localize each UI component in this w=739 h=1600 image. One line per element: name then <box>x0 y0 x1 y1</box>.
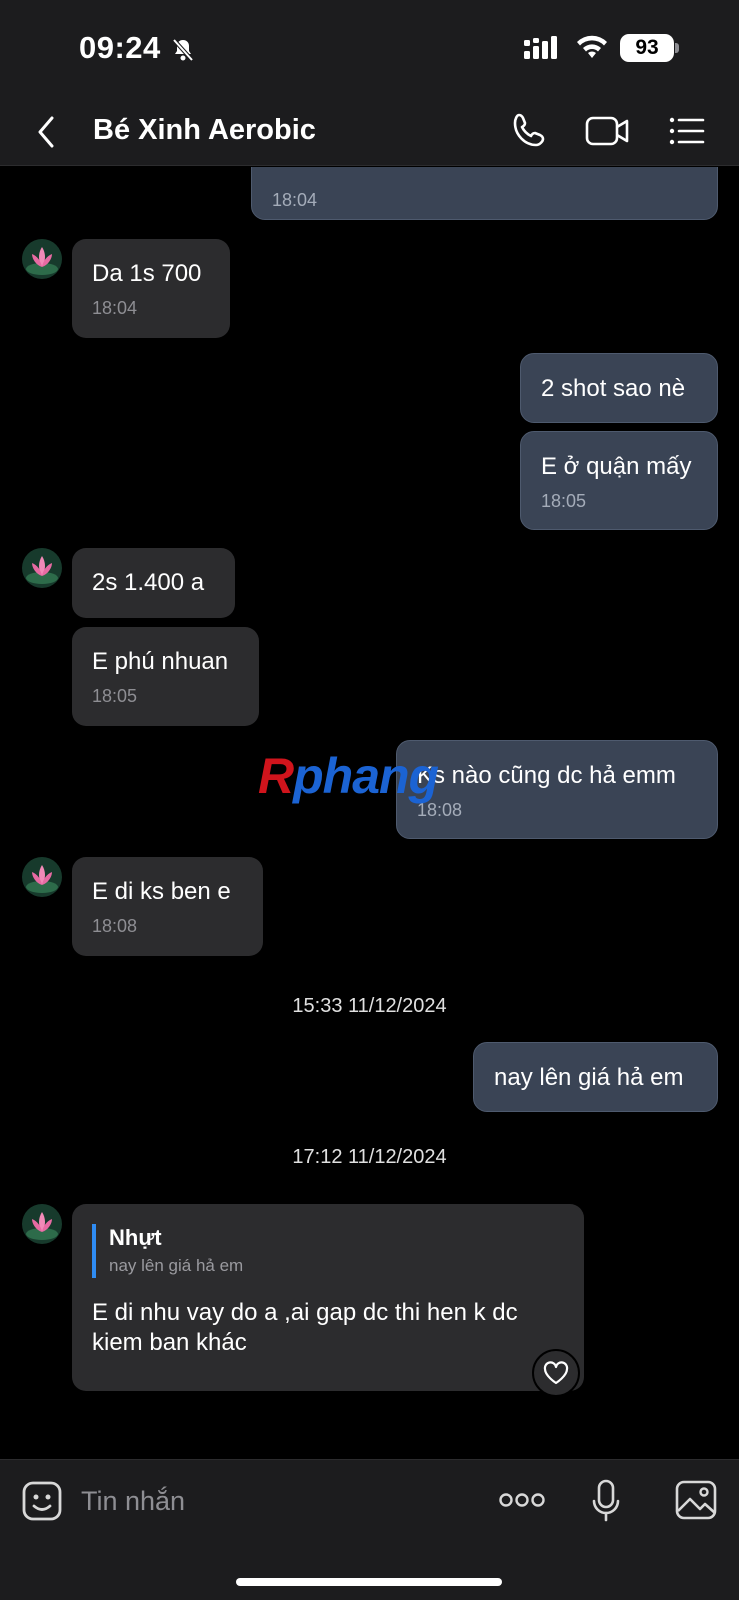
react-heart-button[interactable] <box>532 1349 580 1397</box>
message-text: Da 1s 700 <box>92 260 202 287</box>
battery-level: 93 <box>620 34 674 62</box>
menu-list-icon[interactable] <box>668 112 706 155</box>
message-bubble-outgoing[interactable]: nay lên giá hả em <box>473 1042 718 1112</box>
message-time: 18:08 <box>417 800 463 820</box>
contact-avatar[interactable] <box>22 239 62 279</box>
message-bubble-incoming[interactable]: E di ks ben e 18:08 <box>72 857 263 956</box>
microphone-icon[interactable] <box>591 1479 621 1528</box>
message-bubble-outgoing[interactable]: Ks nào cũng dc hả emm 18:08 <box>396 740 718 839</box>
wifi-icon <box>575 34 609 65</box>
back-chevron-icon[interactable] <box>34 114 58 155</box>
message-text: Ks nào cũng dc hả emm <box>417 762 676 789</box>
message-time: 18:08 <box>92 916 138 936</box>
message-text: 2s 1.400 a <box>92 569 205 596</box>
battery-icon <box>675 43 679 53</box>
date-separator: 17:12 11/12/2024 <box>292 1146 447 1168</box>
cellular-signal-icon <box>524 36 564 65</box>
status-time: 09:24 <box>79 30 161 65</box>
image-gallery-icon[interactable] <box>675 1480 717 1525</box>
conversation-title[interactable]: Bé Xinh Aerobic <box>93 114 316 147</box>
message-time: 18:04 <box>272 190 318 210</box>
status-bar: 09:24 93 <box>0 0 739 96</box>
message-bubble-outgoing[interactable]: 2 shot sao nè <box>520 353 718 423</box>
message-text: E ở quận mấy <box>541 453 692 480</box>
lotus-flower-icon <box>26 556 58 584</box>
home-indicator[interactable] <box>236 1578 502 1586</box>
lotus-flower-icon <box>26 1212 58 1240</box>
contact-avatar[interactable] <box>22 548 62 588</box>
quoted-author: Nhựt <box>109 1225 162 1250</box>
message-bubble-outgoing[interactable]: 18:04 <box>251 167 718 220</box>
contact-avatar[interactable] <box>22 857 62 897</box>
message-bubble-incoming[interactable]: Da 1s 700 18:04 <box>72 239 230 338</box>
quoted-text: nay lên giá hả em <box>109 1256 244 1275</box>
message-bubble-incoming[interactable]: E phú nhuan 18:05 <box>72 627 259 726</box>
message-text: E phú nhuan <box>92 648 229 675</box>
video-call-icon[interactable] <box>585 112 631 155</box>
message-text: E di nhu vay do a ,ai gap dc thi hen k d… <box>92 1299 518 1356</box>
quoted-message[interactable]: Nhựt nay lên giá hả em <box>92 1224 564 1278</box>
message-list[interactable]: 18:04 Da 1s 700 18:04 2 shot sao nè E ở … <box>0 167 739 1459</box>
bell-muted-icon <box>172 38 194 67</box>
message-bubble-incoming-reply[interactable]: Nhựt nay lên giá hả em E di nhu vay do a… <box>72 1204 584 1391</box>
message-text: 2 shot sao nè <box>541 375 686 402</box>
phone-call-icon[interactable] <box>510 112 548 155</box>
message-bubble-incoming[interactable]: 2s 1.400 a <box>72 548 235 618</box>
lotus-flower-icon <box>26 865 58 893</box>
message-bubble-outgoing[interactable]: E ở quận mấy 18:05 <box>520 431 718 530</box>
message-input-bar: Tin nhắn <box>0 1459 739 1600</box>
date-separator: 15:33 11/12/2024 <box>292 995 447 1017</box>
heart-icon <box>543 1361 569 1385</box>
lotus-flower-icon <box>26 247 58 275</box>
chat-header: Bé Xinh Aerobic <box>0 96 739 166</box>
contact-avatar[interactable] <box>22 1204 62 1244</box>
message-time: 18:05 <box>541 491 587 511</box>
message-text: nay lên giá hả em <box>494 1064 684 1091</box>
message-text: E di ks ben e <box>92 878 231 905</box>
message-time: 18:05 <box>92 686 138 706</box>
more-options-icon[interactable] <box>499 1492 545 1513</box>
sticker-emoji-icon[interactable] <box>21 1480 63 1527</box>
message-input[interactable]: Tin nhắn <box>81 1486 185 1517</box>
message-time: 18:04 <box>92 298 138 318</box>
